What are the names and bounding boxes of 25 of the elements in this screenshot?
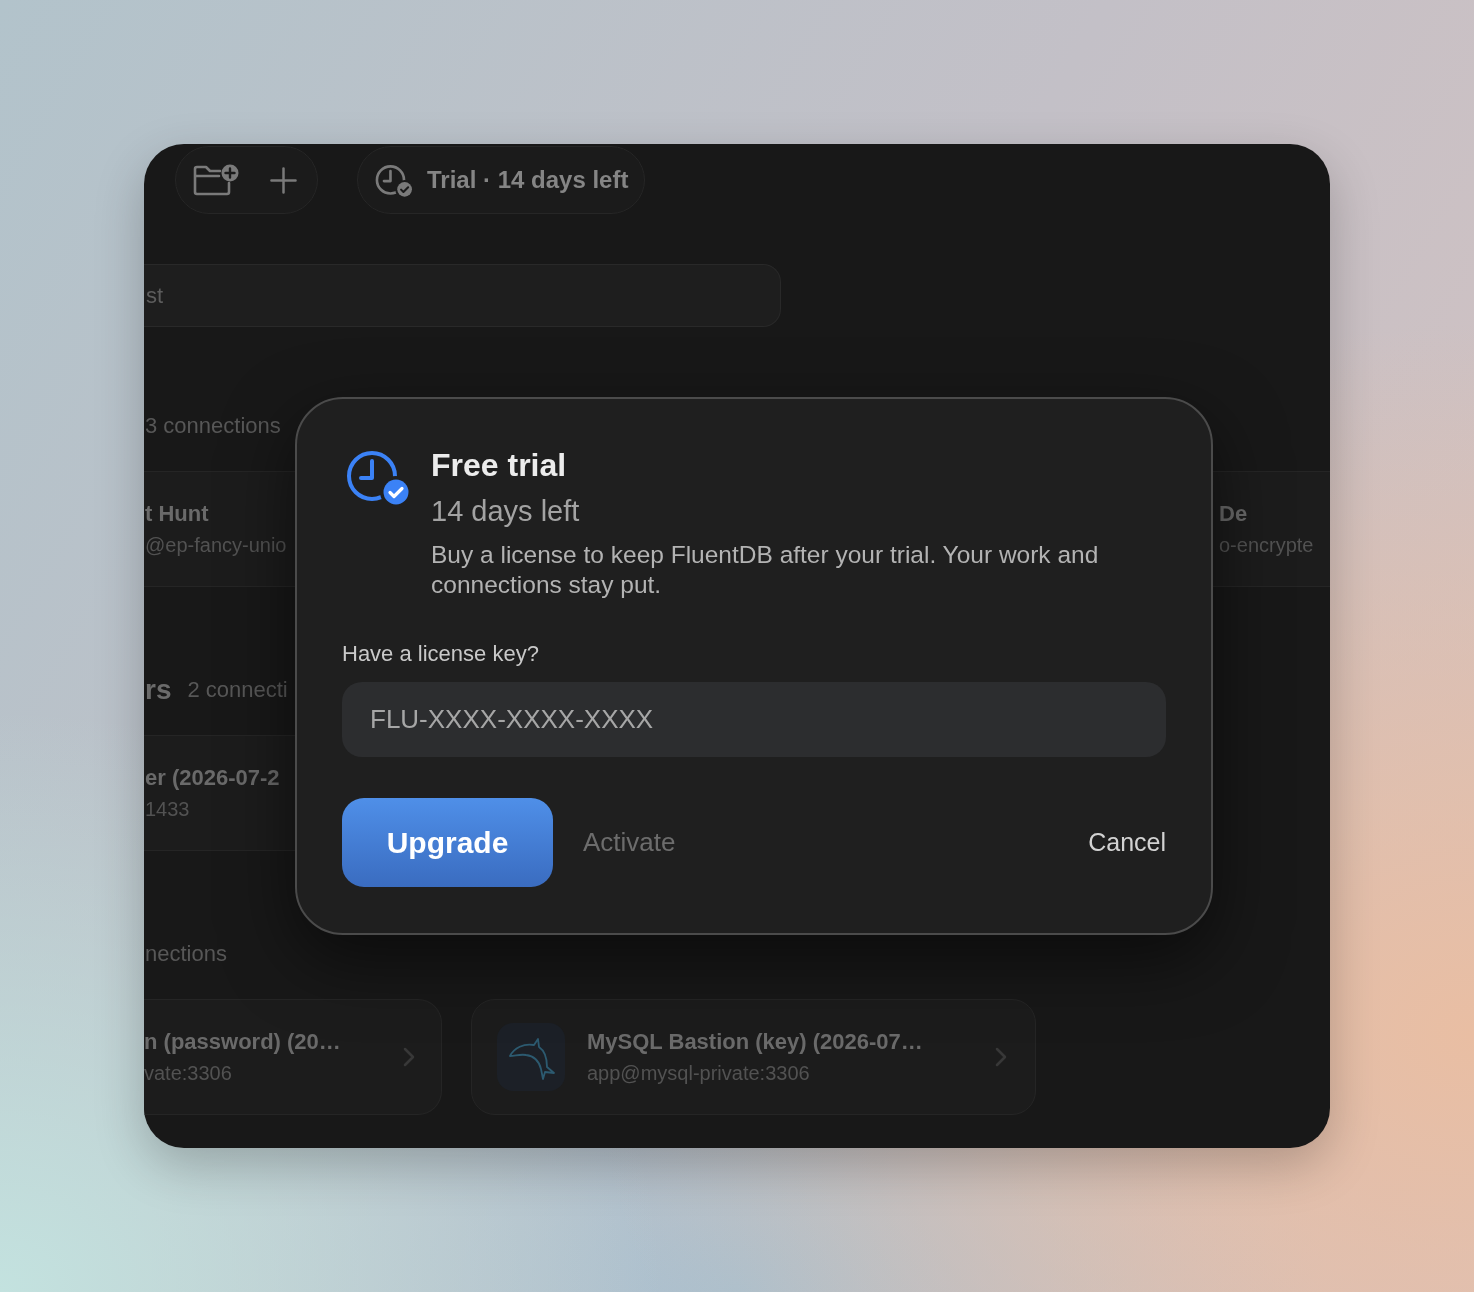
section-title: rs bbox=[145, 674, 172, 706]
connection-name: MySQL Bastion (key) (2026-07… bbox=[587, 1027, 923, 1056]
connection-name: er (2026-07-2 bbox=[145, 763, 280, 792]
dialog-message: Buy a license to keep FluentDB after your trial. Your work and connections stay put. bbox=[431, 540, 1100, 600]
days-left-text: 14 days left bbox=[431, 494, 581, 529]
plus-icon[interactable] bbox=[270, 166, 297, 194]
trial-button[interactable]: Trial · 14 days left bbox=[357, 146, 646, 214]
connection-count: 2 connecti bbox=[187, 677, 288, 703]
chevron-right-icon bbox=[995, 1047, 1007, 1067]
folder-plus-icon[interactable] bbox=[193, 164, 239, 196]
dolphin-icon bbox=[497, 1023, 565, 1091]
connection-name: n (password) (20… bbox=[144, 1027, 341, 1056]
chevron-right-icon bbox=[403, 1047, 415, 1067]
field-label: Have a license key? bbox=[342, 640, 540, 668]
license-key-field[interactable]: FLU-XXXX-XXXX-XXXX bbox=[342, 682, 1166, 757]
search-field[interactable]: st bbox=[144, 264, 781, 327]
clock-check-icon bbox=[346, 449, 410, 505]
clock-check-icon bbox=[375, 163, 413, 197]
connection-count: 3 connections bbox=[145, 413, 281, 439]
connection-name: t Hunt bbox=[145, 499, 210, 528]
upgrade-button[interactable]: Upgrade bbox=[342, 798, 553, 887]
connection-count: nections bbox=[145, 941, 227, 967]
connection-name: De bbox=[1219, 499, 1249, 528]
dialog-title: Free trial bbox=[431, 446, 568, 485]
cancel-button[interactable]: Cancel bbox=[1088, 828, 1166, 857]
